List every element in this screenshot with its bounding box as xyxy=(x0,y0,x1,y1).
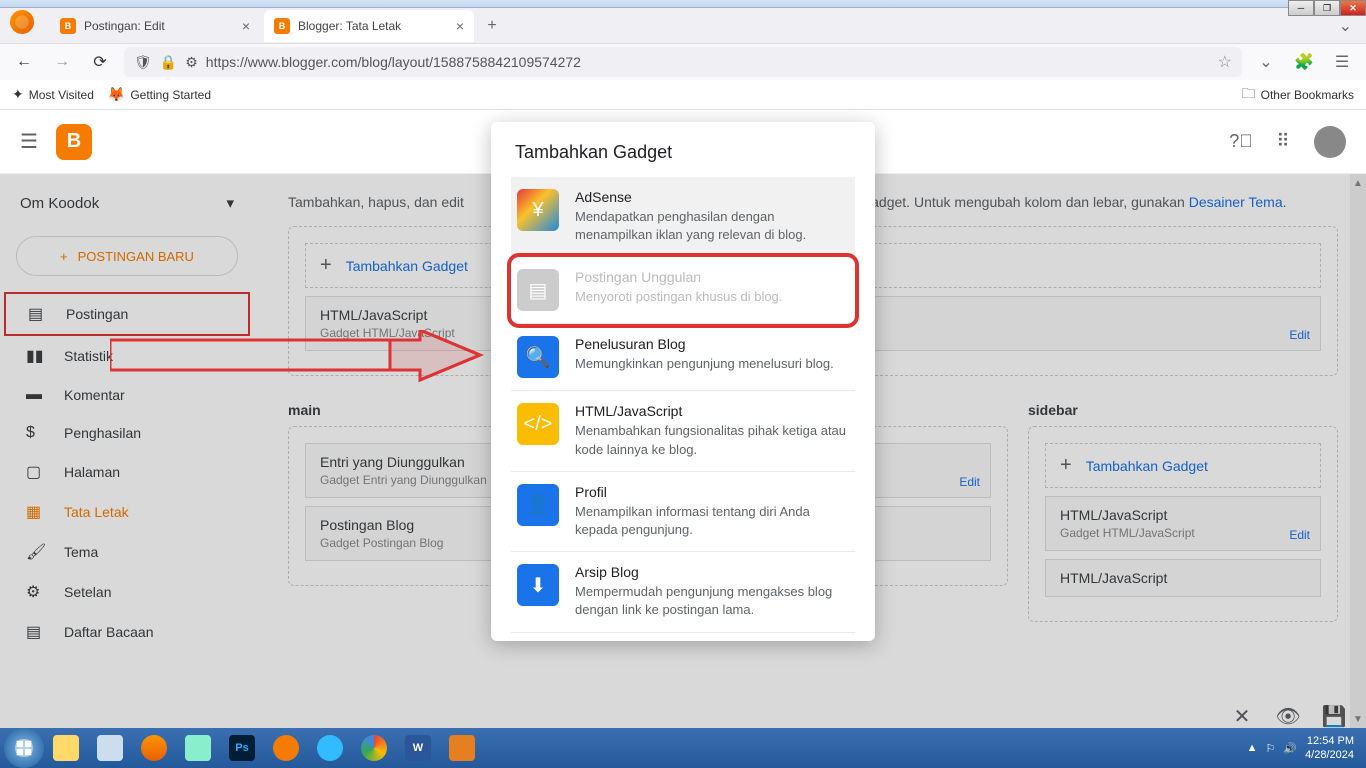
bookmark-star-icon[interactable]: ☆ xyxy=(1218,52,1232,72)
tabs-dropdown-icon[interactable]: ⌄ xyxy=(1339,16,1352,36)
system-tray[interactable]: ▲ ⚐ 🔊 12:54 PM 4/28/2024 xyxy=(1247,734,1362,763)
tab-close-icon[interactable]: × xyxy=(456,18,464,34)
tab-blogger-layout[interactable]: B Blogger: Tata Letak × xyxy=(264,10,474,42)
bookmarks-bar: ✦Most Visited 🦊Getting Started 🗀Other Bo… xyxy=(0,80,1366,110)
tab-postingan-edit[interactable]: B Postingan: Edit × xyxy=(50,10,260,42)
titlebar xyxy=(0,0,1366,8)
url-input[interactable]: 🛡 🔒 ⚙ https://www.blogger.com/blog/layou… xyxy=(124,47,1242,77)
apps-grid-icon[interactable]: ⠿ xyxy=(1272,131,1294,153)
add-gadget-modal: Tambahkan Gadget ¥ AdSenseMendapatkan pe… xyxy=(491,122,875,641)
hamburger-icon[interactable]: ☰ xyxy=(20,129,38,154)
tab-close-icon[interactable]: × xyxy=(242,18,250,34)
taskbar-word[interactable]: W xyxy=(396,730,440,766)
browser-tabbar: B Postingan: Edit × B Blogger: Tata Leta… xyxy=(0,8,1366,44)
gadget-option-search[interactable]: 🔍 Penelusuran BlogMemungkinkan pengunjun… xyxy=(511,324,855,391)
search-icon: 🔍 xyxy=(517,336,559,378)
firefox-small-icon: 🦊 xyxy=(108,86,125,103)
pocket-icon[interactable]: ⌄ xyxy=(1252,48,1280,76)
new-tab-button[interactable]: + xyxy=(478,12,506,40)
clock[interactable]: 12:54 PM 4/28/2024 xyxy=(1305,734,1354,763)
gadget-option-adsense[interactable]: ¥ AdSenseMendapatkan penghasilan dengan … xyxy=(511,177,855,257)
taskbar-ie[interactable] xyxy=(308,730,352,766)
taskbar-media[interactable] xyxy=(264,730,308,766)
window-minimize[interactable]: ─ xyxy=(1288,0,1314,16)
code-icon: </> xyxy=(517,403,559,445)
firefox-icon[interactable] xyxy=(10,10,34,34)
featured-post-icon: ▤ xyxy=(517,269,559,311)
tray-sound-icon[interactable]: 🔊 xyxy=(1283,742,1297,755)
taskbar-explorer[interactable] xyxy=(44,730,88,766)
folder-icon: 🗀 xyxy=(1242,83,1256,107)
taskbar-firefox[interactable] xyxy=(132,730,176,766)
taskbar-notepad[interactable] xyxy=(176,730,220,766)
account-avatar[interactable] xyxy=(1314,126,1346,158)
gadget-option-profile[interactable]: 👤 ProfilMenampilkan informasi tentang di… xyxy=(511,472,855,552)
blogger-favicon-icon: B xyxy=(274,18,290,34)
tab-label: Postingan: Edit xyxy=(84,19,165,33)
tray-flag-icon[interactable]: ⚐ xyxy=(1265,742,1275,755)
app-menu-icon[interactable]: ☰ xyxy=(1328,48,1356,76)
lock-icon[interactable]: 🔒 xyxy=(160,54,177,71)
blogger-favicon-icon: B xyxy=(60,18,76,34)
bookmark-most-visited[interactable]: ✦Most Visited xyxy=(12,86,94,103)
archive-icon: ⬇ xyxy=(517,564,559,606)
help-icon[interactable]: ?⃝ xyxy=(1230,131,1252,153)
bookmark-other[interactable]: 🗀Other Bookmarks xyxy=(1242,83,1354,107)
gadget-list[interactable]: ¥ AdSenseMendapatkan penghasilan dengan … xyxy=(491,177,875,633)
tab-label: Blogger: Tata Letak xyxy=(298,19,401,33)
start-button[interactable] xyxy=(4,728,44,768)
gadget-option-html-js[interactable]: </> HTML/JavaScriptMenambahkan fungsiona… xyxy=(511,391,855,471)
window-maximize[interactable]: ❐ xyxy=(1314,0,1340,16)
blogger-logo-icon[interactable]: B xyxy=(56,124,92,160)
url-text: https://www.blogger.com/blog/layout/1588… xyxy=(206,54,581,70)
extensions-icon[interactable]: 🧩 xyxy=(1290,48,1318,76)
windows-taskbar: Ps W ▲ ⚐ 🔊 12:54 PM 4/28/2024 xyxy=(0,728,1366,768)
profile-icon: 👤 xyxy=(517,484,559,526)
taskbar-app[interactable] xyxy=(440,730,484,766)
shield-icon[interactable]: 🛡 xyxy=(134,54,152,71)
gadget-option-archive[interactable]: ⬇ Arsip BlogMempermudah pengunjung menga… xyxy=(511,552,855,632)
tray-up-icon[interactable]: ▲ xyxy=(1247,742,1258,754)
gadget-option-featured-post[interactable]: ▤ Postingan UnggulanMenyoroti postingan … xyxy=(511,257,855,324)
star-icon: ✦ xyxy=(12,86,24,103)
bookmark-getting-started[interactable]: 🦊Getting Started xyxy=(108,86,211,103)
window-close[interactable]: ✕ xyxy=(1340,0,1366,16)
adsense-icon: ¥ xyxy=(517,189,559,231)
forward-button[interactable]: → xyxy=(48,48,76,76)
reload-button[interactable]: ⟳ xyxy=(86,48,114,76)
modal-title: Tambahkan Gadget xyxy=(491,122,875,177)
taskbar-paint[interactable] xyxy=(88,730,132,766)
back-button[interactable]: ← xyxy=(10,48,38,76)
taskbar-photoshop[interactable]: Ps xyxy=(220,730,264,766)
taskbar-chrome[interactable] xyxy=(352,730,396,766)
permissions-icon[interactable]: ⚙ xyxy=(185,54,198,71)
address-bar: ← → ⟳ 🛡 🔒 ⚙ https://www.blogger.com/blog… xyxy=(0,44,1366,80)
